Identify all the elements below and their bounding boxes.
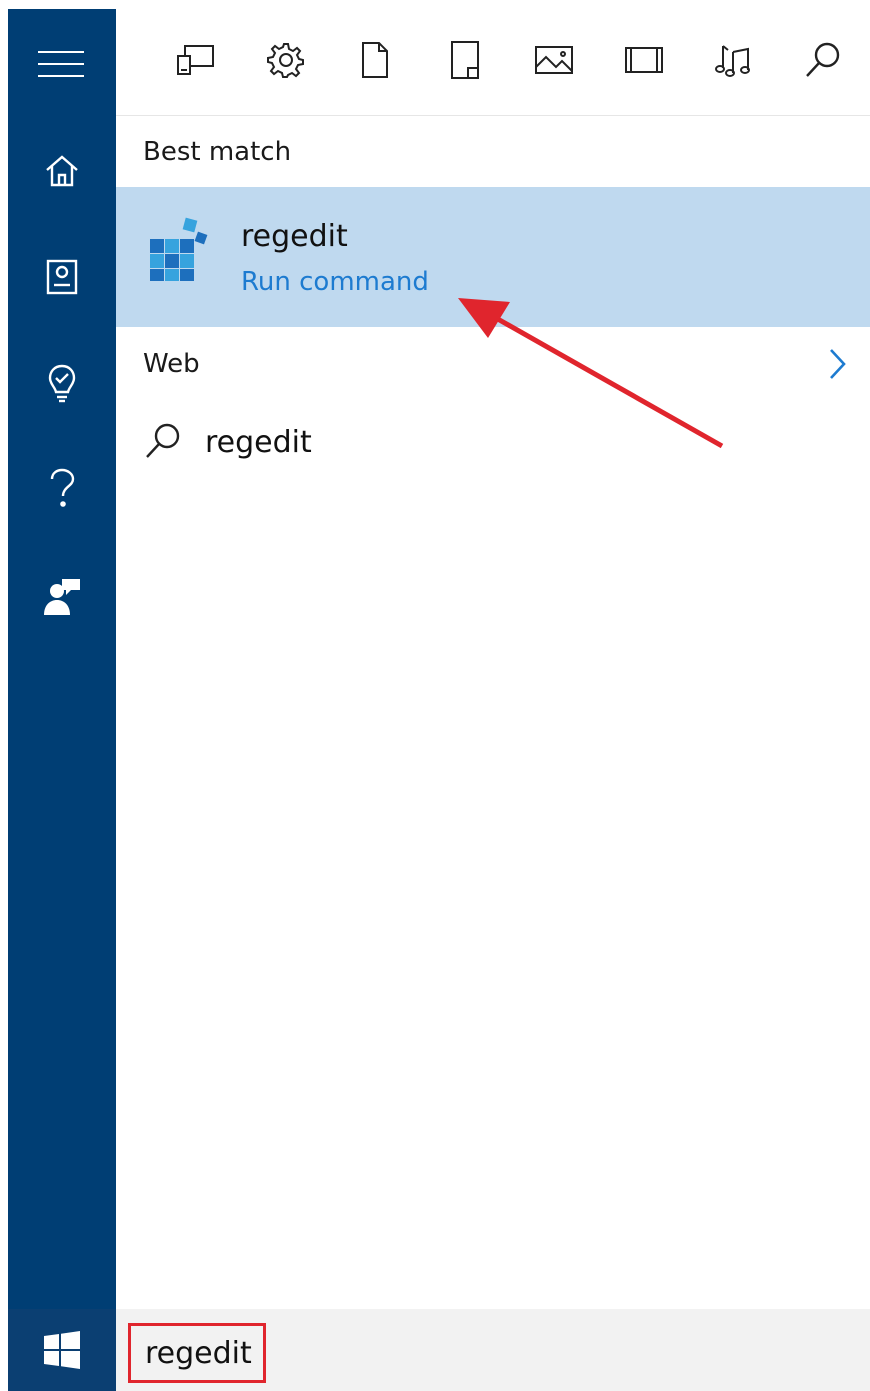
home-icon[interactable] bbox=[8, 133, 116, 209]
feedback-icon[interactable] bbox=[8, 559, 116, 635]
sidebar bbox=[8, 9, 116, 1391]
document-icon[interactable] bbox=[350, 35, 400, 85]
search-icon[interactable] bbox=[798, 35, 848, 85]
best-match-result[interactable]: regedit Run command bbox=[116, 187, 870, 327]
video-icon[interactable] bbox=[619, 35, 669, 85]
search-icon bbox=[143, 421, 183, 465]
web-result-item[interactable]: regedit bbox=[143, 419, 543, 469]
chevron-right-icon[interactable] bbox=[828, 347, 848, 385]
windows-logo-icon[interactable] bbox=[8, 1309, 116, 1391]
search-bar bbox=[116, 1309, 870, 1391]
search-input[interactable] bbox=[128, 1323, 266, 1383]
apps-icon[interactable] bbox=[171, 35, 221, 85]
results-pane: Best match regedit Run command Web reged… bbox=[116, 9, 870, 1391]
filter-bar bbox=[116, 9, 870, 116]
lightbulb-icon[interactable] bbox=[8, 345, 116, 421]
notebook-icon[interactable] bbox=[8, 239, 116, 315]
gear-icon[interactable] bbox=[261, 35, 311, 85]
result-type: Run command bbox=[241, 267, 429, 297]
music-icon[interactable] bbox=[708, 35, 758, 85]
hamburger-icon[interactable] bbox=[8, 27, 116, 103]
web-result-text: regedit bbox=[205, 425, 312, 460]
cortana-search-panel: Best match regedit Run command Web reged… bbox=[8, 9, 870, 1391]
web-label: Web bbox=[143, 349, 200, 379]
result-title: regedit bbox=[241, 219, 348, 254]
registry-editor-icon bbox=[148, 217, 212, 287]
help-icon[interactable] bbox=[8, 451, 116, 527]
best-match-label: Best match bbox=[143, 137, 292, 167]
photo-icon[interactable] bbox=[529, 35, 579, 85]
folder-icon[interactable] bbox=[440, 35, 490, 85]
